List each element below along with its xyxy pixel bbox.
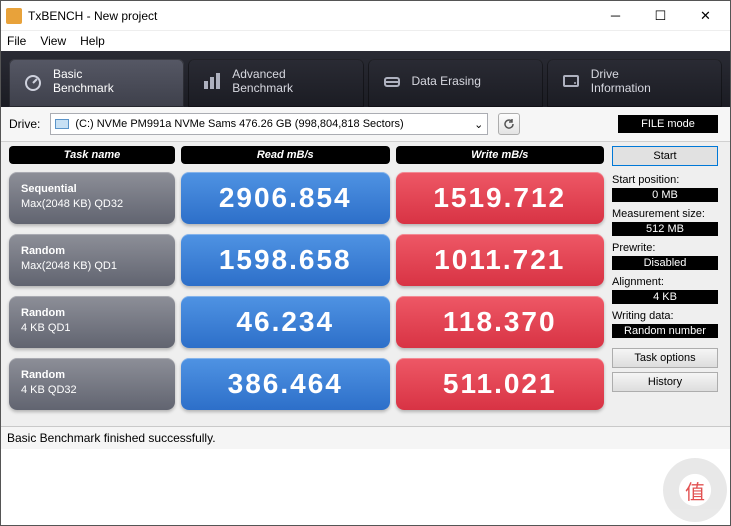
- file-mode-indicator: FILE mode: [618, 115, 718, 133]
- alignment-value[interactable]: 4 KB: [612, 290, 718, 304]
- start-position-value[interactable]: 0 MB: [612, 188, 718, 202]
- watermark: [663, 458, 727, 522]
- read-value: 1598.658: [181, 234, 390, 286]
- chevron-down-icon: ⌄: [474, 118, 483, 131]
- start-position-label: Start position:: [612, 174, 718, 186]
- tab-basic-benchmark[interactable]: BasicBenchmark: [9, 59, 184, 107]
- menu-view[interactable]: View: [40, 34, 66, 48]
- task-cell: RandomMax(2048 KB) QD1: [9, 234, 175, 286]
- drive-label: Drive:: [9, 117, 40, 131]
- write-value: 511.021: [396, 358, 605, 410]
- close-button[interactable]: ✕: [683, 2, 728, 30]
- menu-file[interactable]: File: [7, 34, 26, 48]
- task-cell: Random4 KB QD32: [9, 358, 175, 410]
- tab-drive-information[interactable]: DriveInformation: [547, 59, 722, 107]
- read-value: 2906.854: [181, 172, 390, 224]
- tab-advanced-benchmark[interactable]: AdvancedBenchmark: [188, 59, 363, 107]
- write-value: 1519.712: [396, 172, 605, 224]
- writing-data-label: Writing data:: [612, 310, 718, 322]
- task-cell: SequentialMax(2048 KB) QD32: [9, 172, 175, 224]
- read-value: 46.234: [181, 296, 390, 348]
- header-task: Task name: [9, 146, 175, 164]
- benchmark-grid: Task name Read mB/s Write mB/s Sequentia…: [1, 142, 612, 426]
- window-title: TxBENCH - New project: [28, 9, 593, 23]
- header-write: Write mB/s: [396, 146, 605, 164]
- drivebar: Drive: (C:) NVMe PM991a NVMe Sams 476.26…: [1, 107, 730, 142]
- refresh-button[interactable]: [498, 113, 520, 135]
- start-button[interactable]: Start: [612, 146, 718, 166]
- status-bar: Basic Benchmark finished successfully.: [1, 426, 730, 449]
- tabstrip: BasicBenchmark AdvancedBenchmark Data Er…: [1, 51, 730, 107]
- write-value: 118.370: [396, 296, 605, 348]
- write-value: 1011.721: [396, 234, 605, 286]
- disk-icon: [55, 119, 69, 129]
- prewrite-label: Prewrite:: [612, 242, 718, 254]
- menu-help[interactable]: Help: [80, 34, 105, 48]
- table-row: Random4 KB QD32 386.464 511.021: [9, 358, 604, 410]
- drive-selected: (C:) NVMe PM991a NVMe Sams 476.26 GB (99…: [75, 118, 474, 130]
- history-button[interactable]: History: [612, 372, 718, 392]
- table-row: RandomMax(2048 KB) QD1 1598.658 1011.721: [9, 234, 604, 286]
- prewrite-value[interactable]: Disabled: [612, 256, 718, 270]
- table-row: SequentialMax(2048 KB) QD32 2906.854 151…: [9, 172, 604, 224]
- app-icon: [6, 8, 22, 24]
- alignment-label: Alignment:: [612, 276, 718, 288]
- minimize-button[interactable]: ─: [593, 2, 638, 30]
- task-cell: Random4 KB QD1: [9, 296, 175, 348]
- drive-icon: [561, 71, 581, 91]
- side-panel: Start Start position: 0 MB Measurement s…: [612, 142, 730, 426]
- drive-select[interactable]: (C:) NVMe PM991a NVMe Sams 476.26 GB (99…: [50, 113, 488, 135]
- gauge-icon: [23, 71, 43, 91]
- measurement-size-label: Measurement size:: [612, 208, 718, 220]
- read-value: 386.464: [181, 358, 390, 410]
- measurement-size-value[interactable]: 512 MB: [612, 222, 718, 236]
- writing-data-value[interactable]: Random number: [612, 324, 718, 338]
- table-row: Random4 KB QD1 46.234 118.370: [9, 296, 604, 348]
- erase-icon: [382, 71, 402, 91]
- menubar: File View Help: [1, 31, 730, 51]
- header-read: Read mB/s: [181, 146, 390, 164]
- maximize-button[interactable]: ☐: [638, 2, 683, 30]
- task-options-button[interactable]: Task options: [612, 348, 718, 368]
- titlebar: TxBENCH - New project ─ ☐ ✕: [1, 1, 730, 31]
- bars-icon: [202, 71, 222, 91]
- tab-data-erasing[interactable]: Data Erasing: [368, 59, 543, 107]
